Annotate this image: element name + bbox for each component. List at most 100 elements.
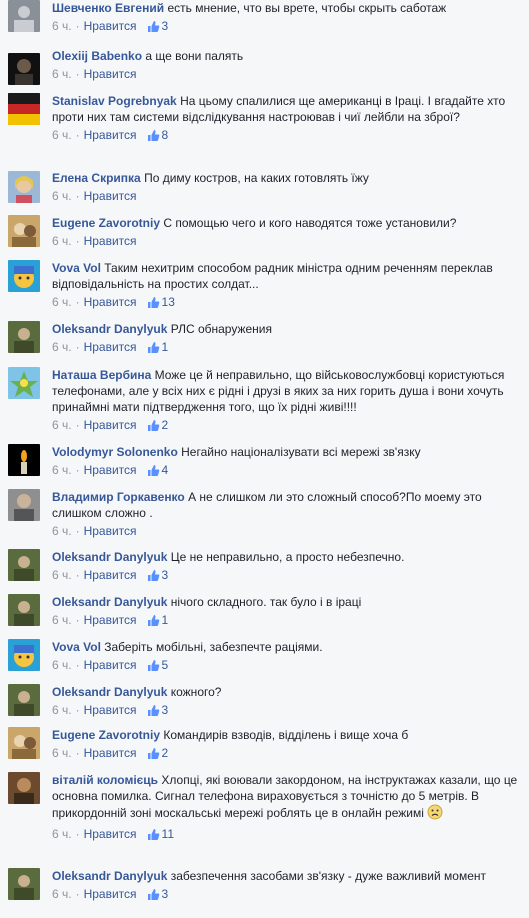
- like-button[interactable]: Нравится: [84, 568, 137, 582]
- comment-timestamp[interactable]: 6 ч.: [52, 295, 72, 309]
- comment-timestamp[interactable]: 6 ч.: [52, 827, 72, 841]
- thumbs-up-icon[interactable]: [147, 419, 160, 436]
- like-button[interactable]: Нравится: [84, 295, 137, 309]
- comment-timestamp[interactable]: 6 ч.: [52, 128, 72, 142]
- like-count[interactable]: 3: [162, 703, 169, 717]
- comment-content: Eugene Zavorotniy Командирів взводів, ві…: [52, 727, 523, 743]
- comment-timestamp[interactable]: 6 ч.: [52, 568, 72, 582]
- comment-timestamp[interactable]: 6 ч.: [52, 340, 72, 354]
- avatar[interactable]: [8, 594, 40, 626]
- avatar[interactable]: [8, 367, 40, 399]
- like-count[interactable]: 13: [162, 295, 175, 309]
- comment-author-link[interactable]: віталій коломієць: [52, 773, 158, 787]
- thumbs-up-icon[interactable]: [147, 888, 160, 905]
- like-button[interactable]: Нравится: [84, 189, 137, 203]
- comment-timestamp[interactable]: 6 ч.: [52, 463, 72, 477]
- avatar[interactable]: [8, 549, 40, 581]
- comment-author-link[interactable]: Eugene Zavorotniy: [52, 216, 160, 230]
- thumbs-up-icon[interactable]: [147, 296, 160, 313]
- avatar[interactable]: [8, 321, 40, 353]
- like-count[interactable]: 3: [162, 887, 169, 901]
- avatar[interactable]: [8, 215, 40, 247]
- thumbs-up-icon[interactable]: [147, 614, 160, 631]
- like-button[interactable]: Нравится: [84, 340, 137, 354]
- thumbs-up-icon[interactable]: [147, 20, 160, 37]
- comment-timestamp[interactable]: 6 ч.: [52, 658, 72, 672]
- like-button[interactable]: Нравится: [84, 418, 137, 432]
- comment-text: С помощью чего и кого наводятся тоже уст…: [163, 216, 457, 230]
- like-button[interactable]: Нравится: [84, 658, 137, 672]
- like-count[interactable]: 1: [162, 340, 169, 354]
- like-count[interactable]: 1: [162, 613, 169, 627]
- thumbs-up-icon[interactable]: [147, 659, 160, 676]
- like-count[interactable]: 8: [162, 128, 169, 142]
- thumbs-up-icon[interactable]: [147, 747, 160, 764]
- separator-dot: ·: [75, 19, 80, 33]
- like-button[interactable]: Нравится: [84, 613, 137, 627]
- like-count[interactable]: 4: [162, 463, 169, 477]
- like-button[interactable]: Нравится: [84, 128, 137, 142]
- like-button[interactable]: Нравится: [84, 746, 137, 760]
- avatar[interactable]: [8, 727, 40, 759]
- like-count[interactable]: 11: [162, 827, 174, 841]
- comment-author-link[interactable]: Oleksandr Danylyuk: [52, 685, 167, 699]
- comment-author-link[interactable]: Stanislav Pogrebnyak: [52, 94, 177, 108]
- comment-timestamp[interactable]: 6 ч.: [52, 746, 72, 760]
- like-count[interactable]: 2: [162, 418, 169, 432]
- avatar[interactable]: [8, 639, 40, 671]
- comment-author-link[interactable]: Eugene Zavorotniy: [52, 728, 160, 742]
- like-button[interactable]: Нравится: [84, 234, 137, 248]
- comment-author-link[interactable]: Наташа Вербина: [52, 368, 151, 382]
- comment-author-link[interactable]: Olexiij Babenko: [52, 49, 142, 63]
- thumbs-up-icon[interactable]: [147, 464, 160, 481]
- avatar[interactable]: [8, 171, 40, 203]
- thumbs-up-icon[interactable]: [147, 704, 160, 721]
- comment-actions: 6 ч. · Нравится 3: [52, 702, 523, 721]
- comment-body: Oleksandr Danylyuk забезпечення засобами…: [52, 868, 523, 905]
- thumbs-up-icon[interactable]: [147, 569, 160, 586]
- comment-author-link[interactable]: Vova Vol: [52, 261, 101, 275]
- like-button[interactable]: Нравится: [84, 703, 137, 717]
- thumbs-up-icon[interactable]: [147, 129, 160, 146]
- avatar[interactable]: [8, 444, 40, 476]
- avatar[interactable]: [8, 0, 40, 32]
- comment-author-link[interactable]: Volodymyr Solonenko: [52, 445, 178, 459]
- avatar[interactable]: [8, 260, 40, 292]
- like-button[interactable]: Нравится: [84, 463, 137, 477]
- comment-author-link[interactable]: Oleksandr Danylyuk: [52, 550, 167, 564]
- comment-author-link[interactable]: Владимир Горкавенко: [52, 490, 185, 504]
- like-count[interactable]: 5: [162, 658, 169, 672]
- comment-author-link[interactable]: Oleksandr Danylyuk: [52, 322, 167, 336]
- thumbs-up-icon[interactable]: [147, 341, 160, 358]
- comment-timestamp[interactable]: 6 ч.: [52, 234, 72, 248]
- comment-timestamp[interactable]: 6 ч.: [52, 19, 72, 33]
- comment-author-link[interactable]: Oleksandr Danylyuk: [52, 869, 167, 883]
- comment-author-link[interactable]: Oleksandr Danylyuk: [52, 595, 167, 609]
- avatar[interactable]: [8, 684, 40, 716]
- comment-author-link[interactable]: Vova Vol: [52, 640, 101, 654]
- avatar[interactable]: [8, 489, 40, 521]
- avatar[interactable]: [8, 868, 40, 900]
- comment-timestamp[interactable]: 6 ч.: [52, 189, 72, 203]
- comment-author-link[interactable]: Шевченко Евгений: [52, 1, 164, 15]
- comment-timestamp[interactable]: 6 ч.: [52, 524, 72, 538]
- like-button[interactable]: Нравится: [84, 19, 137, 33]
- like-count[interactable]: 3: [162, 19, 169, 33]
- like-button[interactable]: Нравится: [84, 887, 137, 901]
- comment-timestamp[interactable]: 6 ч.: [52, 613, 72, 627]
- comment-author-link[interactable]: Елена Скрипка: [52, 171, 141, 185]
- thumbs-up-icon[interactable]: [147, 828, 160, 845]
- avatar[interactable]: [8, 772, 40, 804]
- comment-timestamp[interactable]: 6 ч.: [52, 67, 72, 81]
- comment-timestamp[interactable]: 6 ч.: [52, 703, 72, 717]
- comment-content: Oleksandr Danylyuk кожного?: [52, 684, 523, 700]
- avatar[interactable]: [8, 53, 40, 85]
- like-button[interactable]: Нравится: [84, 524, 137, 538]
- comment-timestamp[interactable]: 6 ч.: [52, 418, 72, 432]
- like-count[interactable]: 2: [162, 746, 169, 760]
- like-button[interactable]: Нравится: [84, 827, 137, 841]
- like-count[interactable]: 3: [162, 568, 169, 582]
- avatar[interactable]: [8, 93, 40, 125]
- comment-timestamp[interactable]: 6 ч.: [52, 887, 72, 901]
- like-button[interactable]: Нравится: [84, 67, 137, 81]
